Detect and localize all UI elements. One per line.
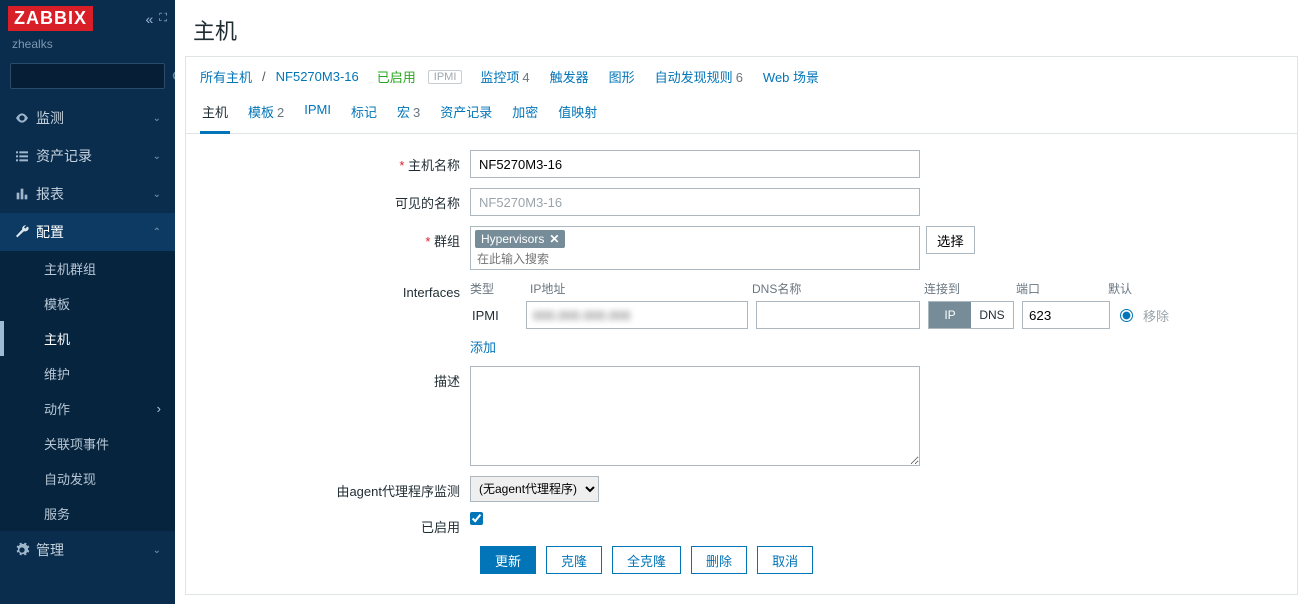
subnav-discovery[interactable]: 自动发现 [0,461,175,496]
crumb-graphs[interactable]: 图形 [609,67,635,86]
tab-host[interactable]: 主机 [200,96,230,134]
label-enabled: 已启用 [200,512,470,536]
nav-label: 资产记录 [36,146,153,166]
main-content: 主机 所有主机 / NF5270M3-16 已启用 IPMI 监控项4 触发器 … [175,0,1308,604]
nav-label: 配置 [36,222,153,242]
tab-ipmi[interactable]: IPMI [302,96,333,133]
proxy-select[interactable]: (无agent代理程序) [470,476,599,502]
tag-ipmi: IPMI [428,70,463,84]
subnav-services[interactable]: 服务 [0,496,175,531]
clone-button[interactable]: 克隆 [546,546,602,574]
wrench-icon [14,224,36,240]
chevron-down-icon: ⌄ [153,545,161,556]
crumb-discovery[interactable]: 自动发现规则6 [655,67,743,86]
chevron-down-icon: ⌄ [153,113,161,124]
expand-icon[interactable]: ⛶ [159,12,167,25]
description-textarea[interactable] [470,366,920,466]
logo: ZABBIX [8,6,93,31]
input-visible-name[interactable] [470,188,920,216]
nav-configuration[interactable]: 配置 ⌃ [0,213,175,251]
nav-monitoring[interactable]: 监测 ⌄ [0,99,175,137]
cancel-button[interactable]: 取消 [757,546,813,574]
interface-row: IPMI 000.000.000.000 IP DNS 移除 [470,301,1169,329]
nav-label: 报表 [36,184,153,204]
subnav-maintenance[interactable]: 维护 [0,356,175,391]
label-interfaces: Interfaces [200,280,470,300]
user-name: zhealks [0,37,175,59]
subnav-templates[interactable]: 模板 [0,286,175,321]
sidebar-search[interactable] [10,63,165,89]
nav-administration[interactable]: 管理 ⌄ [0,531,175,569]
subnav-hosts[interactable]: 主机 [0,321,175,356]
crumb-items[interactable]: 监控项4 [480,67,529,86]
page-title: 主机 [175,0,1308,56]
interfaces-header: 类型 IP地址 DNS名称 连接到 端口 默认 [470,280,1169,297]
label-host-name: 主机名称 [200,150,470,174]
group-search-input[interactable] [475,248,915,266]
nav-reports[interactable]: 报表 ⌄ [0,175,175,213]
search-input[interactable] [17,69,172,83]
update-button[interactable]: 更新 [480,546,536,574]
tab-templates[interactable]: 模板2 [246,96,286,133]
group-chip: Hypervisors ✕ [475,230,565,248]
chevron-down-icon: ⌄ [153,151,161,162]
crumb-web[interactable]: Web 场景 [763,67,819,86]
iface-ip-input[interactable]: 000.000.000.000 [526,301,748,329]
groups-field[interactable]: Hypervisors ✕ [470,226,920,270]
subnav-host-groups[interactable]: 主机群组 [0,251,175,286]
tabs: 主机 模板2 IPMI 标记 宏3 资产记录 加密 值映射 [186,86,1297,134]
breadcrumb: 所有主机 / NF5270M3-16 已启用 IPMI 监控项4 触发器 图形 … [186,57,1297,86]
label-visible-name: 可见的名称 [200,188,470,212]
delete-button[interactable]: 删除 [691,546,747,574]
crumb-separator: / [256,69,272,84]
tab-inventory[interactable]: 资产记录 [438,96,494,133]
tab-tags[interactable]: 标记 [349,96,379,133]
group-chip-label: Hypervisors [481,232,544,246]
chevron-right-icon: › [157,401,161,416]
input-host-name[interactable] [470,150,920,178]
iface-port-input[interactable] [1022,301,1110,329]
remove-group-icon[interactable]: ✕ [549,232,559,246]
gear-icon [14,542,36,558]
sidebar: ZABBIX « ⛶ zhealks 监测 ⌄ 资产记录 ⌄ [0,0,175,604]
subnav-actions[interactable]: 动作 › [0,391,175,426]
nav-inventory[interactable]: 资产记录 ⌄ [0,137,175,175]
chart-icon [14,186,36,202]
connect-to-toggle[interactable]: IP DNS [928,301,1014,329]
eye-icon [14,110,36,126]
collapse-icon[interactable]: « [146,11,154,27]
iface-dns-input[interactable] [756,301,920,329]
crumb-all-hosts[interactable]: 所有主机 [200,67,252,86]
tab-macros[interactable]: 宏3 [395,96,422,133]
status-enabled: 已启用 [377,67,416,86]
nav-label: 管理 [36,540,153,560]
label-description: 描述 [200,366,470,390]
select-groups-button[interactable]: 选择 [926,226,975,254]
subnav-correlation[interactable]: 关联项事件 [0,426,175,461]
tab-valuemaps[interactable]: 值映射 [556,96,599,133]
label-groups: 群组 [200,226,470,250]
subnav-label: 动作 [44,399,157,418]
crumb-host[interactable]: NF5270M3-16 [276,69,359,84]
iface-remove-link[interactable]: 移除 [1143,306,1169,325]
nav-label: 监测 [36,108,153,128]
tab-encryption[interactable]: 加密 [510,96,540,133]
toggle-ip[interactable]: IP [929,302,971,328]
chevron-up-icon: ⌃ [153,227,161,238]
list-icon [14,148,36,164]
full-clone-button[interactable]: 全克隆 [612,546,681,574]
iface-default-radio[interactable] [1120,309,1133,322]
iface-type: IPMI [470,308,526,323]
add-interface-link[interactable]: 添加 [470,340,496,355]
label-proxy: 由agent代理程序监测 [200,476,470,500]
toggle-dns[interactable]: DNS [971,302,1013,328]
chevron-down-icon: ⌄ [153,189,161,200]
crumb-triggers[interactable]: 触发器 [550,67,589,86]
enabled-checkbox[interactable] [470,512,483,525]
